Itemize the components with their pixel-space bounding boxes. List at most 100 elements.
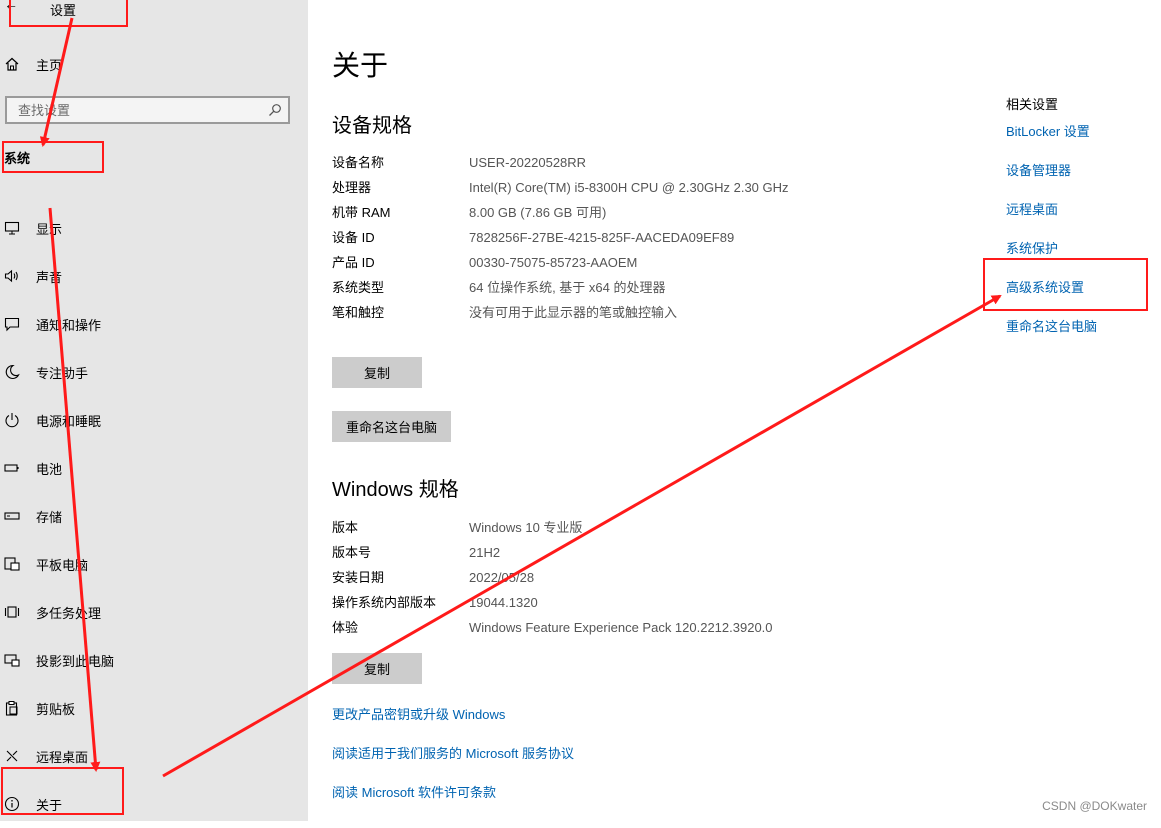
sidebar-item-multitasking[interactable]: 多任务处理 [0,588,300,636]
rename-pc-button[interactable]: 重命名这台电脑 [332,411,452,442]
sidebar-nav-list: 显示 声音 通知和操作 专注助手 电源和睡眠 电池 存储 平板电脑 多任务处理 … [0,204,300,828]
bitlocker-settings-link[interactable]: BitLocker 设置 [1006,121,1090,140]
spec-label: 设备名称 [332,155,385,170]
sidebar-item-label: 平板电脑 [36,557,89,573]
related-settings-title: 相关设置 [1006,97,1059,112]
spec-row: 安装日期 2022/05/28 [332,569,789,587]
back-button[interactable]: ← [4,0,18,12]
rename-pc-link[interactable]: 重命名这台电脑 [1006,316,1097,335]
project-icon [0,652,36,668]
spec-label: 版本号 [332,545,372,560]
watermark: CSDN @DOKwater [1042,799,1147,813]
tablet-icon [0,556,36,572]
spec-row: 系统类型 64 位操作系统, 基于 x64 的处理器 [332,279,789,297]
spec-row: 笔和触控 没有可用于此显示器的笔或触控输入 [332,304,789,322]
spec-row: 产品 ID 00330-75075-85723-AAOEM [332,254,789,272]
spec-value: Windows Feature Experience Pack 120.2212… [469,620,773,635]
remote-desktop-link[interactable]: 远程桌面 [1006,199,1058,218]
spec-value: Windows 10 专业版 [469,520,583,535]
spec-value: 21H2 [469,545,501,560]
license-terms-link[interactable]: 阅读 Microsoft 软件许可条款 [332,782,496,801]
spec-row: 设备 ID 7828256F-27BE-4215-825F-AACEDA09EF8… [332,229,789,247]
spec-row: 机带 RAM 8.00 GB (7.86 GB 可用) [332,204,789,222]
spec-label: 处理器 [332,180,372,195]
speaker-icon [0,268,36,284]
clipboard-icon [0,700,36,716]
service-agreement-link[interactable]: 阅读适用于我们服务的 Microsoft 服务协议 [332,743,574,762]
spec-value: 7828256F-27BE-4215-825F-AACEDA09EF89 [469,230,735,245]
sidebar-item-notifications[interactable]: 通知和操作 [0,300,300,348]
sidebar-item-display[interactable]: 显示 [0,204,300,252]
spec-label: 操作系统内部版本 [332,595,437,610]
windows-specs-heading: Windows 规格 [332,479,459,501]
spec-value: Intel(R) Core(TM) i5-8300H CPU @ 2.30GHz… [469,180,789,195]
sidebar-item-focus-assist[interactable]: 专注助手 [0,348,300,396]
windows-specs-table: 版本 Windows 10 专业版 版本号 21H2 安装日期 2022/05/28 … [332,519,789,644]
sidebar-item-label: 主页 [36,57,63,73]
sidebar-item-project-to-pc[interactable]: 投影到此电脑 [0,636,300,684]
info-icon [0,796,36,812]
sidebar-item-label: 剪贴板 [36,701,76,717]
spec-row: 体验 Windows Feature Experience Pack 120.22… [332,619,789,637]
sidebar-item-tablet[interactable]: 平板电脑 [0,540,300,588]
sidebar-item-label: 存储 [36,509,63,525]
spec-value: 没有可用于此显示器的笔或触控输入 [469,305,678,320]
advanced-system-settings-link[interactable]: 高级系统设置 [1006,277,1084,296]
search-input[interactable] [16,101,250,119]
spec-row: 操作系统内部版本 19044.1320 [332,594,789,612]
spec-label: 版本 [332,520,359,535]
sidebar-item-label: 显示 [36,221,63,237]
spec-row: 处理器 Intel(R) Core(TM) i5-8300H CPU @ 2.30… [332,179,789,197]
notification-icon [0,316,36,332]
spec-value: 8.00 GB (7.86 GB 可用) [469,205,607,220]
battery-icon [0,460,36,476]
spec-label: 产品 ID [332,255,375,270]
sidebar-item-sound[interactable]: 声音 [0,252,300,300]
sidebar-item-label: 专注助手 [36,365,89,381]
page-title: 关于 [332,50,389,81]
sidebar-item-clipboard[interactable]: 剪贴板 [0,684,300,732]
device-specs-heading: 设备规格 [332,115,412,137]
sidebar-item-label: 通知和操作 [36,317,102,333]
sidebar-item-label: 远程桌面 [36,749,89,765]
sidebar-item-label: 电池 [36,461,63,477]
sidebar-item-label: 声音 [36,269,63,285]
spec-label: 安装日期 [332,570,385,585]
sidebar-item-remote-desktop[interactable]: 远程桌面 [0,732,300,780]
sidebar-item-label: 关于 [36,797,63,813]
multitask-icon [0,604,36,620]
monitor-icon [0,220,36,236]
power-icon [0,412,36,428]
change-product-key-link[interactable]: 更改产品密钥或升级 Windows [332,704,505,723]
spec-row: 版本 Windows 10 专业版 [332,519,789,537]
home-icon [0,56,36,72]
sidebar-item-power-sleep[interactable]: 电源和睡眠 [0,396,300,444]
system-protection-link[interactable]: 系统保护 [1006,238,1058,257]
sidebar-item-label: 电源和睡眠 [36,413,102,429]
spec-value: USER-20220528RR [469,155,587,170]
copy-windows-specs-button[interactable]: 复制 [332,653,422,684]
storage-icon [0,508,36,524]
device-specs-table: 设备名称 USER-20220528RR 处理器 Intel(R) Core(TM)… [332,154,789,329]
spec-row: 设备名称 USER-20220528RR [332,154,789,172]
device-manager-link[interactable]: 设备管理器 [1006,160,1071,179]
moon-icon [0,364,36,380]
sidebar-item-label: 多任务处理 [36,605,102,621]
section-title: 系统 [4,151,31,166]
sidebar-item-label: 投影到此电脑 [36,653,115,669]
spec-label: 体验 [332,620,359,635]
search-box[interactable] [5,96,290,124]
spec-value: 64 位操作系统, 基于 x64 的处理器 [469,280,666,295]
app-title: 设置 [50,3,77,18]
spec-value: 00330-75075-85723-AAOEM [469,255,638,270]
sidebar-item-storage[interactable]: 存储 [0,492,300,540]
spec-label: 设备 ID [332,230,375,245]
copy-device-specs-button[interactable]: 复制 [332,357,422,388]
sidebar-item-battery[interactable]: 电池 [0,444,300,492]
sidebar-item-home[interactable]: 主页 [0,52,300,76]
spec-label: 笔和触控 [332,305,385,320]
spec-row: 版本号 21H2 [332,544,789,562]
spec-label: 机带 RAM [332,205,391,220]
search-icon[interactable] [268,103,282,117]
spec-value: 2022/05/28 [469,570,535,585]
